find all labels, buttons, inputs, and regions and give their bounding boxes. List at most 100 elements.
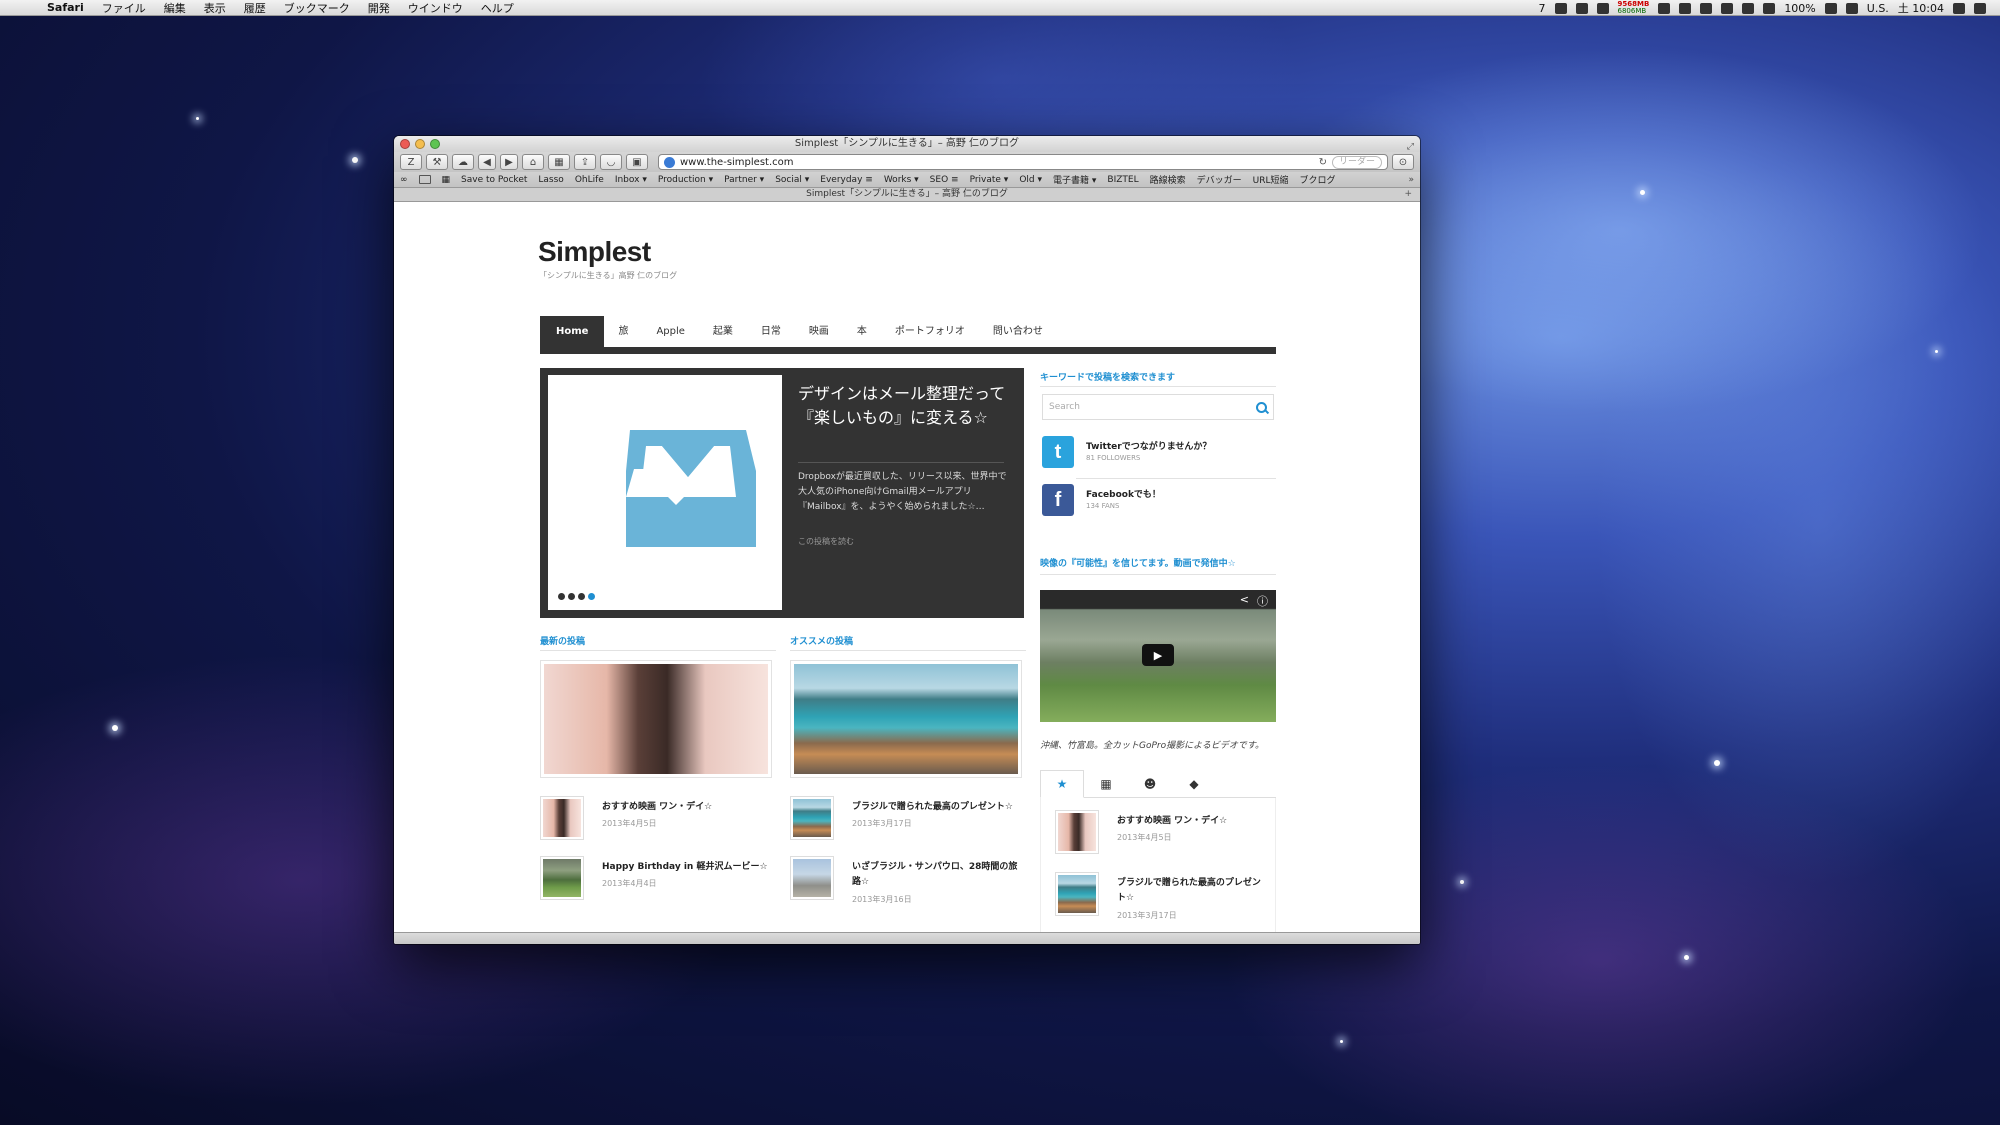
battery-percent[interactable]: 100% (1784, 2, 1815, 15)
bookmark-item[interactable]: Works ▾ (884, 175, 919, 185)
list-item[interactable]: いざブラジル・サンパウロ、28時間の旅路☆ 2013年3月16日 (790, 856, 1026, 908)
menu-window[interactable]: ウインドウ (408, 0, 463, 16)
fullscreen-icon[interactable]: ⤢ (1407, 139, 1414, 155)
bookmark-item[interactable]: Old ▾ (1019, 175, 1042, 185)
menu-help[interactable]: ヘルプ (481, 0, 514, 16)
menu-app-name[interactable]: Safari (47, 1, 84, 14)
page-icon[interactable]: ▣ (626, 154, 648, 170)
facebook-icon[interactable]: f (1042, 484, 1074, 516)
site-title[interactable]: Simplest (538, 236, 651, 268)
menu-bookmarks[interactable]: ブックマーク (284, 0, 350, 16)
bookmark-item[interactable]: Everyday ≡ (820, 175, 873, 185)
bookmark-item[interactable]: デバッガー (1197, 173, 1242, 186)
notification-center-icon[interactable] (1974, 2, 1986, 14)
menu-history[interactable]: 履歴 (244, 0, 266, 16)
dropbox-icon[interactable] (1575, 2, 1588, 14)
list-item[interactable]: ブラジルで贈られた最高のプレゼント☆ 2013年3月17日 (790, 796, 1026, 848)
slider-dot[interactable] (568, 593, 575, 600)
bookmark-item[interactable]: URL短縮 (1253, 173, 1289, 186)
latest-featured-image[interactable] (540, 660, 772, 778)
slide-read-more-link[interactable]: この投稿を読む (798, 536, 854, 547)
featured-slider[interactable]: デザインはメール整理だって『楽しいもの』に変える☆ Dropboxが最近買収した… (540, 368, 1024, 618)
url-text[interactable]: www.the-simplest.com (680, 157, 1319, 168)
bookmark-item[interactable]: Social ▾ (775, 175, 809, 185)
pocket-icon[interactable]: ◡ (600, 154, 622, 170)
menu-edit[interactable]: 編集 (164, 0, 186, 16)
bookmark-item[interactable]: BIZTEL (1107, 175, 1138, 185)
memory-meter[interactable]: 9568MB 6806MB (1618, 1, 1650, 15)
tab-popular-star-icon[interactable]: ★ (1040, 770, 1084, 798)
list-item[interactable]: Happy Birthday in 軽井沢ムービー☆ 2013年4月4日 (540, 856, 776, 908)
bookmark-item[interactable]: Private ▾ (970, 175, 1009, 185)
reload-icon[interactable]: ↻ (1319, 157, 1327, 168)
post-thumbnail[interactable] (540, 856, 584, 900)
airplay-icon[interactable] (1700, 2, 1713, 14)
spotlight-icon[interactable] (1953, 2, 1965, 14)
nav-home[interactable]: Home (540, 316, 605, 347)
time-machine-icon[interactable] (1721, 2, 1734, 14)
zoom-window-button[interactable] (430, 139, 440, 149)
twitter-label[interactable]: Twitterでつながりませんか？ (1086, 439, 1211, 452)
nav-contact[interactable]: 問い合わせ (979, 316, 1057, 347)
close-window-button[interactable] (400, 139, 410, 149)
back-button[interactable]: ◀ (478, 154, 496, 170)
nav-books[interactable]: 本 (843, 316, 881, 347)
cloud-icon[interactable]: ☁ (452, 154, 474, 170)
info-icon[interactable]: ⓘ (1257, 593, 1268, 609)
post-title[interactable]: いざブラジル・サンパウロ、28時間の旅路☆ (852, 860, 1024, 890)
slider-dot[interactable] (558, 593, 565, 600)
recommended-featured-image[interactable] (790, 660, 1022, 778)
wrench-icon[interactable]: ⚒ (426, 154, 448, 170)
menu-develop[interactable]: 開発 (368, 0, 390, 16)
clock[interactable]: 土 10:04 (1898, 0, 1944, 16)
bookmarks-book-icon[interactable] (418, 175, 431, 184)
post-thumbnail[interactable] (790, 796, 834, 840)
bookmark-item[interactable]: Lasso (538, 175, 563, 185)
nav-startup[interactable]: 起業 (699, 316, 747, 347)
post-title[interactable]: ブラジルで贈られた最高のプレゼント☆ (1117, 876, 1267, 906)
new-tab-icon[interactable]: + (1404, 188, 1412, 201)
nav-travel[interactable]: 旅 (604, 316, 642, 347)
evernote-icon[interactable] (1554, 2, 1567, 14)
tab-calendar-icon[interactable]: ▦ (1084, 770, 1128, 798)
share-icon[interactable]: < (1240, 593, 1249, 609)
window-titlebar[interactable]: Simplest「シンプルに生きる」– 高野 仁のブログ ⤢ (394, 136, 1420, 152)
reading-list-icon[interactable]: ∞ (400, 175, 408, 185)
command-icon[interactable] (1658, 2, 1671, 14)
home-icon[interactable]: ⌂ (522, 154, 544, 170)
app-icon[interactable] (1679, 2, 1692, 14)
forward-button[interactable]: ▶ (500, 154, 518, 170)
bookmark-item[interactable]: Production ▾ (658, 175, 713, 185)
slider-dot-active[interactable] (588, 593, 595, 600)
top-sites-icon[interactable]: ▦ (548, 154, 570, 170)
status-badge[interactable]: 7 (1539, 2, 1546, 15)
zotero-icon[interactable]: Z (400, 154, 422, 170)
post-title[interactable]: おすすめ映画 ワン・デイ☆ (1117, 814, 1267, 829)
volume-icon[interactable] (1763, 2, 1776, 14)
list-item[interactable]: おすすめ映画 ワン・デイ☆ 2013年4月5日 (540, 796, 776, 848)
bookmark-item[interactable]: 電子書籍 ▾ (1053, 173, 1096, 186)
twitter-icon[interactable]: t (1042, 436, 1074, 468)
menu-file[interactable]: ファイル (102, 0, 146, 16)
post-title[interactable]: おすすめ映画 ワン・デイ☆ (602, 800, 774, 815)
slide-title[interactable]: デザインはメール整理だって『楽しいもの』に変える☆ (798, 382, 1008, 430)
bookmark-item[interactable]: Save to Pocket (461, 175, 527, 185)
search-icon[interactable] (1256, 401, 1267, 413)
twitter-widget[interactable]: t Twitterでつながりませんか？ 81 FOLLOWERS (1042, 432, 1274, 476)
menu-view[interactable]: 表示 (204, 0, 226, 16)
input-source[interactable]: U.S. (1867, 2, 1889, 15)
facebook-label[interactable]: Facebookでも！ (1086, 487, 1161, 500)
list-item[interactable]: ブラジルで贈られた最高のプレゼント☆ 2013年3月17日 (1055, 872, 1275, 924)
post-thumbnail[interactable] (790, 856, 834, 900)
list-item[interactable]: おすすめ映画 ワン・デイ☆ 2013年4月5日 (1055, 810, 1275, 862)
bookmark-item[interactable]: Inbox ▾ (615, 175, 647, 185)
post-thumbnail[interactable] (540, 796, 584, 840)
bookmark-item[interactable]: Partner ▾ (724, 175, 764, 185)
bookmark-item[interactable]: OhLife (575, 175, 604, 185)
bookmark-item[interactable]: 路線検索 (1150, 173, 1186, 186)
nav-portfolio[interactable]: ポートフォリオ (881, 316, 979, 347)
apple-menu-icon[interactable] (14, 1, 28, 15)
facebook-widget[interactable]: f Facebookでも！ 134 FANS (1042, 480, 1274, 524)
address-bar[interactable]: www.the-simplest.com ↻ リーダー (658, 154, 1388, 170)
downloads-icon[interactable]: ⊙ (1392, 154, 1414, 170)
